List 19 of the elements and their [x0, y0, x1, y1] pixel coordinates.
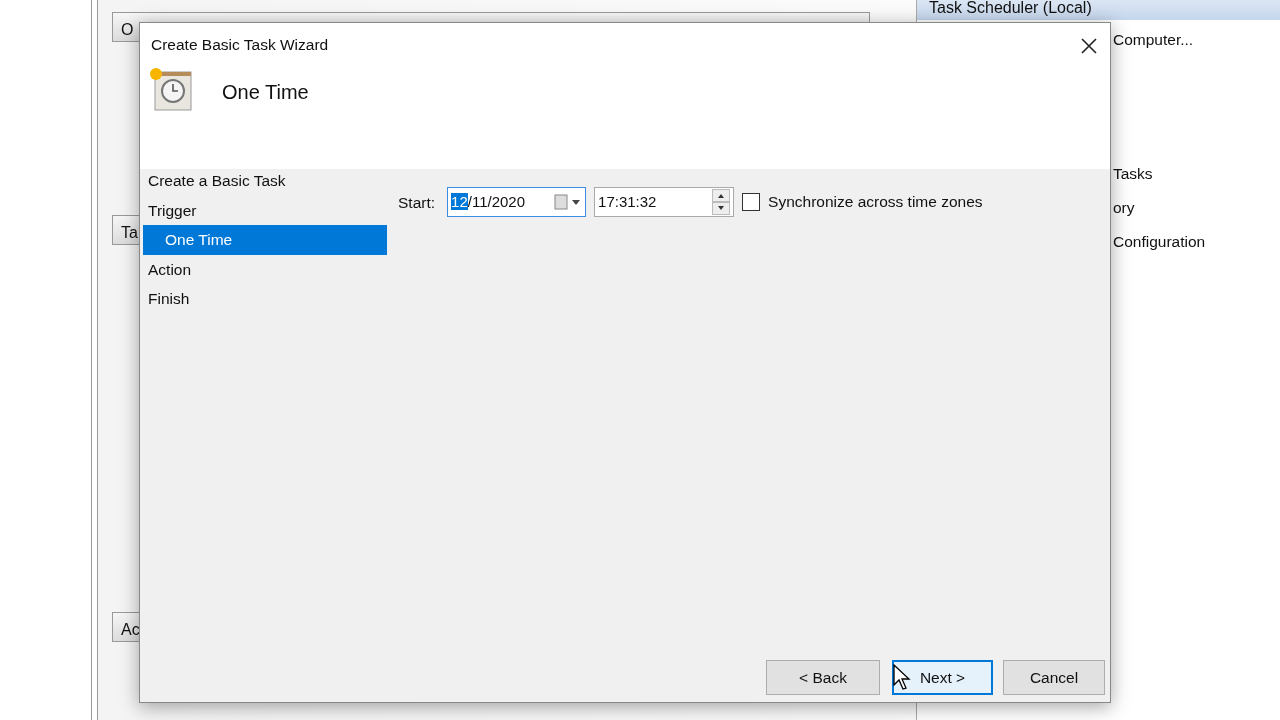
wizard-step[interactable]: Create a Basic Task [143, 166, 387, 196]
wizard-button[interactable]: Cancel [1003, 660, 1105, 695]
wizard-step[interactable]: Finish [143, 284, 387, 314]
checkbox[interactable] [742, 192, 761, 211]
spinner-icon[interactable] [712, 189, 731, 215]
wizard-step[interactable]: Action [143, 254, 387, 284]
wizard-step[interactable]: One Time [143, 225, 387, 255]
start-label: Start: [398, 193, 436, 213]
calendar-dropdown-icon[interactable] [554, 194, 583, 210]
checkbox-label: Synchronize across time zones [768, 192, 983, 212]
time-field[interactable]: 17:31:32 [594, 187, 735, 217]
wizard-button[interactable]: Next > [892, 660, 993, 695]
wizard-button[interactable]: < Back [766, 660, 880, 695]
actions-header: Task Scheduler (Local) [917, 0, 1280, 20]
pointer-icon [893, 664, 911, 690]
window-title: Create Basic Task Wizard [150, 35, 330, 55]
page-heading: One Time [222, 80, 309, 106]
wizard-step[interactable]: Trigger [143, 195, 387, 225]
calendar-clock-icon [148, 66, 194, 113]
